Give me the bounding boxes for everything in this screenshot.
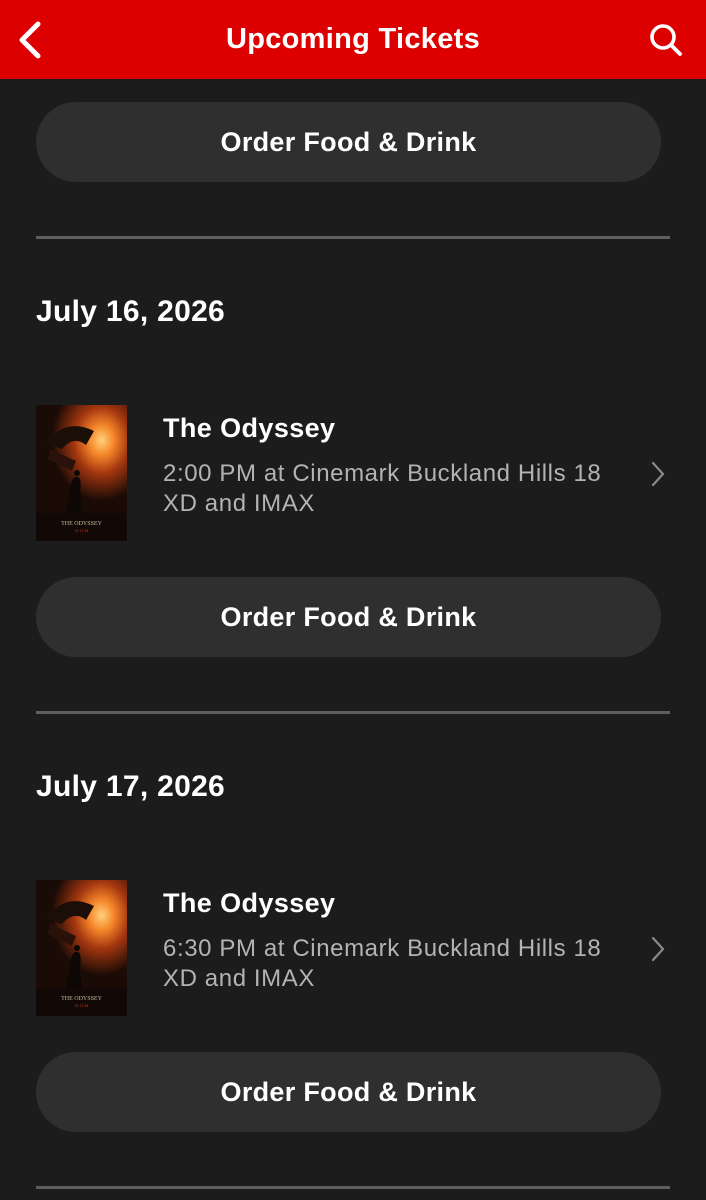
- order-food-drink-button[interactable]: Order Food & Drink: [36, 577, 661, 657]
- section-date: July 16, 2026: [36, 295, 226, 328]
- order-food-drink-button[interactable]: Order Food & Drink: [36, 1052, 661, 1132]
- back-button[interactable]: [10, 18, 50, 62]
- movie-poster: THE ODYSSEY 07.17.26: [36, 405, 127, 541]
- section-divider: [36, 711, 670, 714]
- ticket-row[interactable]: THE ODYSSEY 07.17.26 The Odyssey 6:30 PM…: [36, 880, 670, 1018]
- poster-title-text: THE ODYSSEY: [61, 996, 103, 1002]
- movie-title: The Odyssey: [163, 413, 336, 443]
- page-title: Upcoming Tickets: [225, 23, 481, 55]
- poster-date-text: 07.17.26: [75, 529, 89, 533]
- chevron-left-icon: [19, 21, 41, 59]
- ticket-row[interactable]: THE ODYSSEY 07.17.26 The Odyssey 2:00 PM…: [36, 405, 670, 543]
- section-date: July 17, 2026: [36, 770, 226, 803]
- search-button[interactable]: [644, 18, 688, 62]
- showtime-text: 2:00 PM at Cinemark Buckland Hills 18 XD…: [163, 460, 602, 517]
- showtime-text: 6:30 PM at Cinemark Buckland Hills 18 XD…: [163, 935, 602, 992]
- chevron-right-icon: [651, 461, 665, 487]
- header-bar: Upcoming Tickets: [0, 0, 706, 79]
- section-divider: [36, 1186, 670, 1189]
- poster-title-text: THE ODYSSEY: [61, 521, 103, 527]
- section-divider: [36, 236, 670, 239]
- chevron-right-icon: [651, 936, 665, 962]
- search-icon: [650, 24, 682, 56]
- movie-title: The Odyssey: [163, 888, 336, 918]
- movie-poster: THE ODYSSEY 07.17.26: [36, 880, 127, 1016]
- poster-date-text: 07.17.26: [75, 1004, 89, 1008]
- order-food-drink-button[interactable]: Order Food & Drink: [36, 102, 661, 182]
